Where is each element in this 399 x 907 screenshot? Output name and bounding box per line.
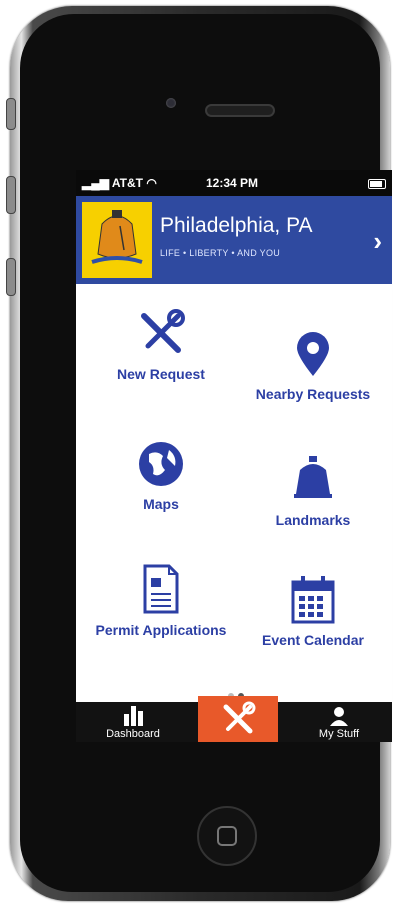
signal-icon: ▂▄▆ xyxy=(82,176,109,190)
city-tagline: LIFE • LIBERTY • AND YOU xyxy=(160,248,281,258)
tab-new-request[interactable] xyxy=(198,696,278,742)
tab-my-stuff[interactable]: My Stuff xyxy=(294,706,384,740)
tab-label: Dashboard xyxy=(106,728,160,740)
tile-landmarks[interactable]: Landmarks xyxy=(238,456,388,528)
battery-icon xyxy=(368,179,386,189)
tile-label: Event Calendar xyxy=(262,632,364,648)
tools-icon xyxy=(223,701,256,734)
tile-permit-applications[interactable]: Permit Applications xyxy=(86,564,236,638)
front-camera xyxy=(166,98,176,108)
globe-icon xyxy=(139,442,183,486)
tile-label: Permit Applications xyxy=(95,622,227,638)
status-bar: ▂▄▆ AT&T ◠ 12:34 PM xyxy=(76,170,392,196)
liberty-bell-icon xyxy=(294,456,332,498)
document-icon xyxy=(143,564,179,614)
tile-label: Maps xyxy=(143,496,179,512)
city-title: Philadelphia, PA xyxy=(160,214,313,237)
calendar-icon xyxy=(291,576,335,624)
chevron-right-icon[interactable]: › xyxy=(373,226,382,257)
tile-nearby-requests[interactable]: Nearby Requests xyxy=(238,330,388,402)
app-screen: ▂▄▆ AT&T ◠ 12:34 PM Philadelphia, PA LIF… xyxy=(76,170,392,742)
liberty-bell-logo-icon xyxy=(82,202,152,278)
home-button[interactable] xyxy=(197,806,257,866)
status-time: 12:34 PM xyxy=(206,176,259,190)
wifi-icon: ◠ xyxy=(146,176,157,190)
volume-up-button[interactable] xyxy=(6,176,16,214)
person-icon xyxy=(330,707,348,726)
tile-label: Landmarks xyxy=(275,512,351,528)
dashboard-icon xyxy=(124,706,143,726)
signal-carrier: ▂▄▆ AT&T ◠ xyxy=(82,176,157,190)
city-header[interactable]: Philadelphia, PA LIFE • LIBERTY • AND YO… xyxy=(76,196,392,284)
earpiece-speaker xyxy=(205,104,275,117)
tab-dashboard[interactable]: Dashboard xyxy=(88,706,178,740)
mute-switch[interactable] xyxy=(6,98,16,130)
tile-new-request[interactable]: New Request xyxy=(86,308,236,382)
tools-icon xyxy=(141,309,185,353)
tile-maps[interactable]: Maps xyxy=(86,440,236,512)
bottom-tab-bar: Dashboard My Stuff xyxy=(76,696,392,742)
tab-label: My Stuff xyxy=(318,728,360,740)
map-pin-icon xyxy=(297,332,329,376)
tile-label: Nearby Requests xyxy=(255,386,371,402)
phone-frame: ▂▄▆ AT&T ◠ 12:34 PM Philadelphia, PA LIF… xyxy=(6,6,392,901)
carrier-label: AT&T xyxy=(111,176,143,190)
tile-event-calendar[interactable]: Event Calendar xyxy=(238,576,388,648)
tile-label: New Request xyxy=(117,366,205,382)
volume-down-button[interactable] xyxy=(6,258,16,296)
